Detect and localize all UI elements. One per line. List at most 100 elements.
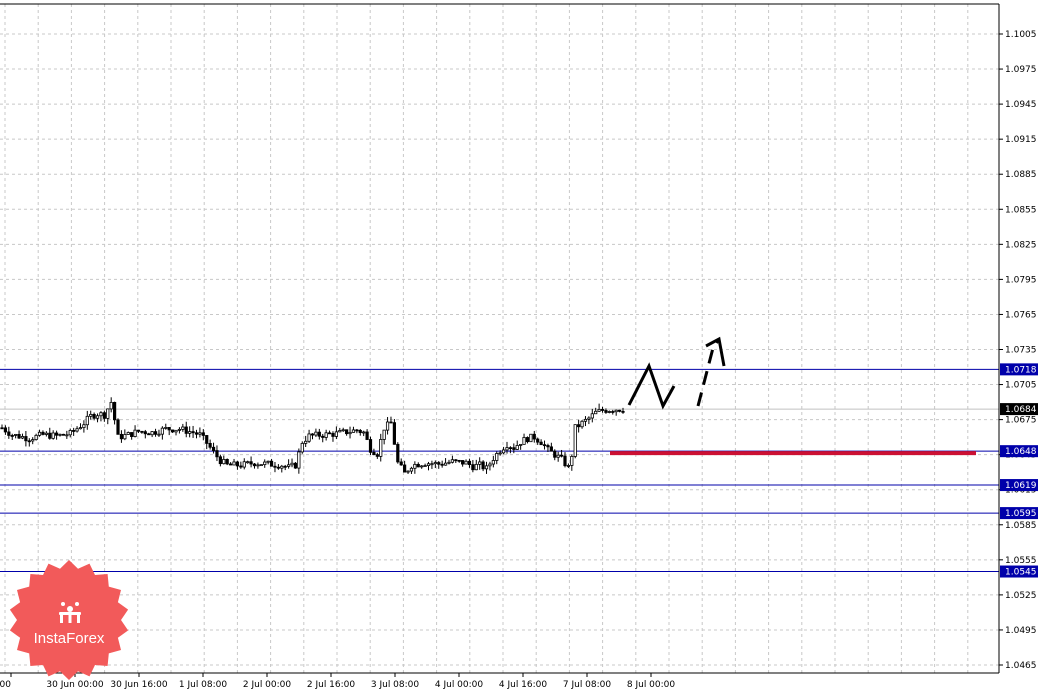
candle-body (481, 461, 485, 470)
price-tick-label: 1.0585 (1005, 521, 1037, 531)
candle-body (143, 431, 147, 435)
candle (157, 429, 161, 437)
candle (14, 433, 18, 439)
candle-body (570, 456, 574, 466)
candle (338, 427, 342, 433)
candle-body (440, 463, 444, 466)
candle (614, 409, 618, 416)
candle-body (92, 413, 96, 419)
candle (324, 429, 328, 441)
price-tick-label: 1.0885 (1005, 170, 1037, 180)
candle-body (280, 465, 284, 469)
candle (508, 446, 513, 454)
candle (85, 410, 89, 430)
candle-body (157, 433, 161, 436)
candle-body (614, 409, 618, 413)
candle (252, 463, 257, 469)
candle (355, 428, 359, 434)
candle-body (304, 440, 308, 444)
candle (89, 410, 93, 420)
candle-body (573, 424, 577, 457)
chart-canvas[interactable]: 1.1005 1.0975 1.0945 1.0915 1.0885 1.0855 1.08… (0, 0, 1041, 696)
candle-body (54, 432, 59, 436)
candle (307, 429, 311, 443)
candle-body (379, 439, 383, 457)
candle-body (505, 447, 509, 451)
candle (348, 426, 352, 439)
candle (211, 442, 216, 454)
candle-body (392, 422, 396, 445)
candle-body (437, 462, 441, 465)
candle (44, 431, 48, 437)
candle-body (566, 465, 571, 467)
candle-body (607, 411, 611, 413)
candle-body (119, 433, 124, 440)
time-tick-label: 30 Jun 00:00 (46, 680, 103, 690)
candle (232, 458, 236, 466)
candle (222, 455, 226, 465)
candle-body (106, 408, 110, 419)
candle (478, 457, 482, 470)
candle-body (68, 430, 72, 436)
candle (61, 433, 66, 436)
candle-body (164, 427, 168, 429)
candle (525, 436, 530, 444)
candle-body (416, 463, 420, 468)
candle-body (171, 429, 175, 433)
candle (491, 455, 495, 468)
candle-body (583, 418, 588, 422)
candle (556, 451, 560, 462)
candle-body (423, 465, 427, 467)
candle (48, 427, 52, 440)
candle (293, 461, 298, 469)
candle-body (389, 421, 393, 424)
candle (611, 409, 615, 415)
candle-body (44, 432, 48, 435)
candle-body (153, 431, 158, 435)
candle (345, 429, 349, 436)
candle (102, 410, 106, 422)
candle (372, 448, 376, 456)
candle-body (218, 456, 222, 465)
candle (365, 429, 369, 441)
candle-body (324, 432, 328, 438)
candle (24, 430, 28, 447)
candle (181, 423, 185, 432)
candle (597, 403, 601, 412)
candle (58, 433, 62, 437)
candle (140, 430, 144, 434)
candle-body (99, 412, 103, 417)
candle (297, 448, 301, 474)
candle (112, 401, 117, 425)
price-tick-label: 1.0735 (1005, 346, 1037, 356)
candle (7, 426, 11, 439)
candle (10, 433, 14, 440)
price-chart[interactable]: 1.1005 1.0975 1.0945 1.0915 1.0885 1.0855 1.08… (0, 0, 1041, 696)
candle (382, 429, 386, 445)
candle-body (471, 464, 475, 471)
candle (300, 441, 304, 454)
candle (379, 433, 383, 462)
candle (443, 458, 448, 466)
candle (570, 454, 574, 471)
candle-body (464, 460, 468, 465)
candle-body (246, 461, 250, 464)
candle-body (331, 433, 335, 437)
candle (539, 439, 543, 446)
candle (130, 432, 134, 440)
price-tick-label: 1.0555 (1005, 556, 1037, 566)
candle-body (396, 443, 400, 463)
price-tick-label: 1.0855 (1005, 205, 1037, 215)
candle-body (375, 454, 379, 457)
price-tick-label: 1.0465 (1005, 661, 1037, 671)
level-price-label: 1.0545 (1005, 568, 1037, 578)
time-tick-label: 3 Jul 08:00 (371, 680, 420, 690)
candle-body (399, 461, 403, 466)
instaforex-logo: InstaForex (9, 560, 129, 680)
time-tick-label: 7 Jul 08:00 (563, 680, 612, 690)
candle (167, 426, 171, 436)
candle-body (454, 459, 458, 462)
candle-body (467, 460, 472, 466)
candle (82, 420, 86, 433)
candle (174, 429, 178, 436)
